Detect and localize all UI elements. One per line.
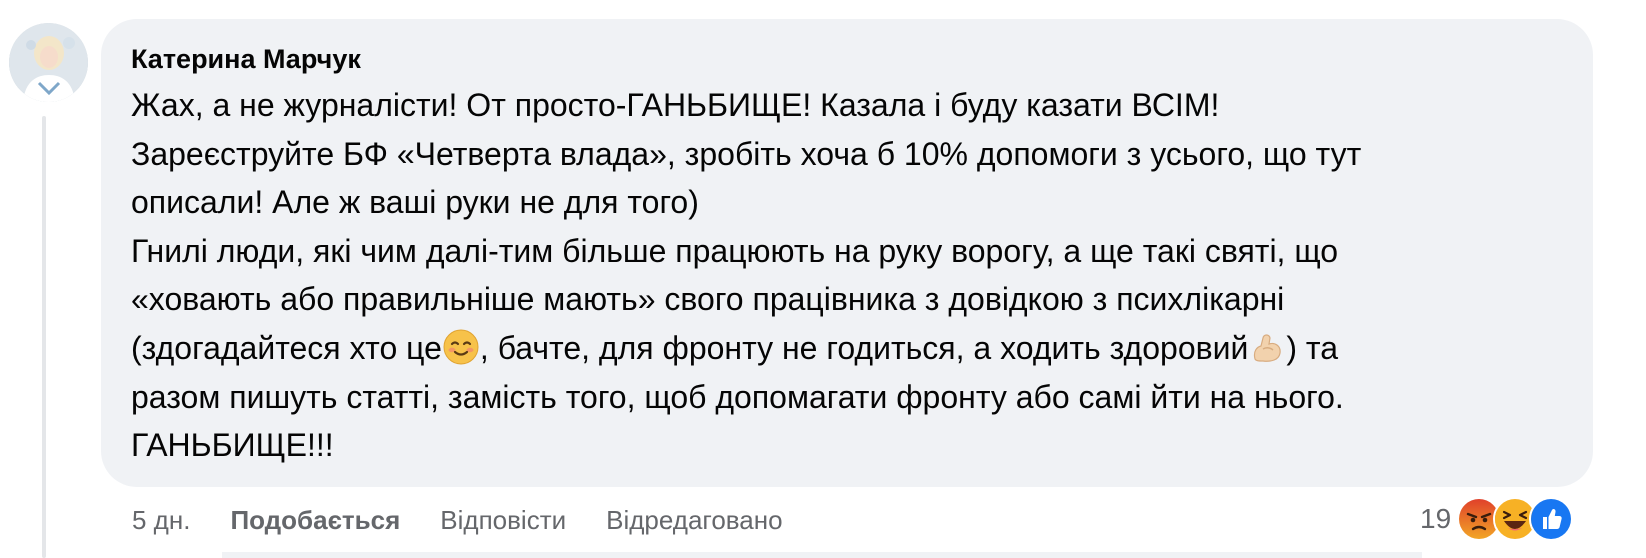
like-reaction-icon (1529, 497, 1574, 541)
like-button[interactable]: Подобається (230, 505, 400, 536)
comment-line: «ховають або правильніше мають» свого пр… (131, 281, 1285, 318)
comment-fragment: (здогадайтеся хто це (131, 329, 442, 366)
reactions-summary[interactable]: 19 (1420, 496, 1574, 542)
edited-label[interactable]: Відредаговано (606, 505, 782, 536)
avatar[interactable] (9, 23, 88, 102)
thread-line (42, 116, 46, 558)
flexed-biceps-emoji (1249, 329, 1285, 365)
comment-fragment: ) та (1286, 329, 1338, 366)
comment-line: Гнилі люди, які чим далі-тим більше прац… (131, 232, 1339, 269)
reply-divider (222, 552, 1422, 558)
comment-timestamp[interactable]: 5 дн. (132, 505, 190, 536)
comment-bubble: Катерина Марчук Жах, а не журналісти! От… (101, 19, 1593, 487)
comment-line: разом пишуть статті, замість того, щоб д… (131, 378, 1344, 415)
reply-button[interactable]: Відповісти (440, 505, 566, 536)
comment-actions: 5 дн. Подобається Відповісти Відредагова… (132, 502, 783, 538)
relieved-face-emoji (443, 329, 479, 365)
comment-view: Катерина Марчук Жах, а не журналісти! От… (0, 0, 1646, 558)
comment-line: Жах, а не журналісти! От просто-ГАНЬБИЩЕ… (131, 87, 1220, 123)
comment-text: Жах, а не журналісти! От просто-ГАНЬБИЩЕ… (131, 81, 1563, 470)
comment-line-with-emoji: (здогадайтеся хто це , бачте, для фронту … (131, 324, 1563, 373)
comment-line: Зареєструйте БФ «Четверта влада», зробіт… (131, 135, 1362, 172)
reaction-count: 19 (1420, 503, 1452, 534)
comment-line: описали! Але ж ваші руки не для того) (131, 184, 699, 221)
comment-line: ГАНЬБИЩЕ!!! (131, 427, 334, 464)
comment-fragment: , бачте, для фронту не годиться, а ходит… (479, 329, 1249, 366)
comment-author[interactable]: Катерина Марчук (131, 41, 1563, 77)
